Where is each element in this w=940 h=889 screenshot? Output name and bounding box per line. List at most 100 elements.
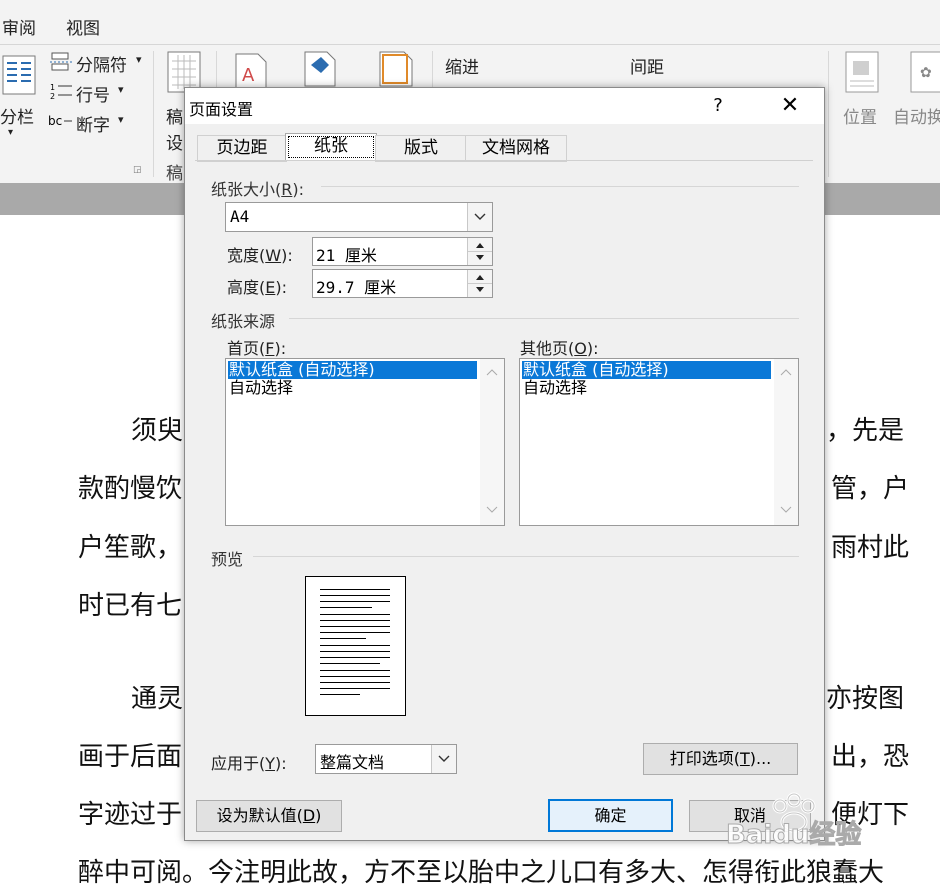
dialog-titlebar[interactable]: 页面设置 ? ✕ bbox=[185, 88, 824, 124]
chevron-down-icon[interactable] bbox=[467, 203, 492, 231]
apply-to-label: 应用于(Y): bbox=[211, 754, 287, 773]
watermark-icon[interactable]: A bbox=[234, 53, 268, 89]
chevron-down-icon: ▾ bbox=[8, 127, 14, 138]
doc-line-left: 通灵 bbox=[131, 684, 184, 714]
tab-panel-border bbox=[195, 160, 813, 161]
wrap-text-button[interactable]: 自动换 bbox=[893, 103, 940, 128]
group-divider bbox=[253, 556, 799, 557]
doc-line-left: 画于后面 bbox=[78, 742, 183, 772]
position-icon[interactable] bbox=[845, 51, 879, 93]
ribbon-separator bbox=[828, 51, 829, 177]
scrollbar[interactable] bbox=[774, 359, 798, 525]
ribbon-separator bbox=[153, 51, 154, 177]
tab-document-grid[interactable]: 文档网格 bbox=[465, 135, 567, 162]
tab-review[interactable]: 审阅 bbox=[2, 14, 36, 39]
chevron-down-icon[interactable] bbox=[431, 745, 456, 773]
svg-text:bc: bc bbox=[48, 114, 62, 128]
baidu-watermark: Baidu经验 bbox=[725, 792, 906, 851]
manuscript-label[interactable]: 稿 bbox=[166, 103, 183, 128]
breaks-button[interactable]: 分隔符 bbox=[76, 51, 127, 76]
preview-line bbox=[320, 601, 390, 602]
group-divider bbox=[289, 318, 799, 319]
set-as-default-button[interactable]: 设为默认值(D) bbox=[196, 800, 342, 832]
hyphenation-button[interactable]: 断字 bbox=[76, 111, 110, 136]
first-page-tray-list[interactable]: 默认纸盒 (自动选择) 自动选择 bbox=[225, 358, 505, 526]
preview-line bbox=[320, 620, 390, 621]
doc-line-right: ，先是 bbox=[826, 416, 905, 446]
tab-margins[interactable]: 页边距 bbox=[197, 135, 287, 162]
columns-button[interactable]: 分栏 bbox=[0, 103, 34, 128]
preview-line bbox=[320, 657, 390, 658]
close-button[interactable]: ✕ bbox=[770, 90, 810, 122]
doc-line-right: 亦按图 bbox=[826, 684, 905, 714]
apply-to-select[interactable]: 整篇文档 bbox=[315, 744, 457, 774]
spinner-arrows-icon[interactable] bbox=[467, 270, 492, 297]
preview-label: 预览 bbox=[211, 550, 244, 569]
position-button[interactable]: 位置 bbox=[843, 103, 877, 128]
apply-to-value: 整篇文档 bbox=[320, 753, 385, 772]
page-color-icon[interactable] bbox=[303, 51, 337, 87]
height-spinner[interactable]: 29.7 厘米 bbox=[312, 269, 493, 298]
paper-size-value: A4 bbox=[230, 207, 250, 226]
paper-size-group-label: 纸张大小(R): bbox=[211, 180, 305, 199]
spinner-arrows-icon[interactable] bbox=[467, 238, 492, 265]
doc-line-right: 管，户 bbox=[831, 474, 910, 504]
chevron-down-icon: ▾ bbox=[118, 113, 124, 126]
hyphenation-icon: bc bbox=[48, 111, 74, 131]
print-options-button[interactable]: 打印选项(T)... bbox=[643, 743, 798, 775]
preview-line bbox=[320, 589, 390, 590]
scrollbar[interactable] bbox=[480, 359, 504, 525]
tab-layout[interactable]: 版式 bbox=[375, 135, 467, 162]
paper-source-group-label: 纸张来源 bbox=[211, 312, 276, 331]
dialog-title: 页面设置 bbox=[189, 100, 254, 119]
preview-line bbox=[320, 595, 390, 596]
watermark-text: Baidu经验 bbox=[725, 820, 862, 851]
list-item[interactable]: 默认纸盒 (自动选择) bbox=[228, 361, 477, 379]
width-spinner[interactable]: 21 厘米 bbox=[312, 237, 493, 266]
dialog-launcher-icon[interactable]: ◲ bbox=[133, 165, 142, 175]
svg-text:A: A bbox=[242, 65, 255, 86]
spacing-label: 间距 bbox=[630, 58, 664, 78]
preview-line bbox=[320, 682, 390, 683]
group-divider bbox=[321, 186, 799, 187]
breaks-icon bbox=[50, 51, 72, 71]
page-setup-dialog: 页面设置 ? ✕ 页边距 纸张 版式 文档网格 纸张大小(R): A4 宽度(W… bbox=[184, 87, 825, 841]
preview-line bbox=[320, 651, 390, 652]
line-numbers-icon: 12 bbox=[50, 81, 72, 101]
chevron-down-icon: ▾ bbox=[136, 53, 142, 66]
doc-line-left: 须臾 bbox=[131, 416, 184, 446]
preview-line bbox=[320, 663, 380, 664]
preview-line bbox=[320, 645, 390, 646]
tab-view[interactable]: 视图 bbox=[66, 14, 100, 39]
width-value: 21 厘米 bbox=[316, 246, 377, 265]
svg-text:2: 2 bbox=[50, 92, 55, 101]
doc-line-right: 出，恐 bbox=[831, 742, 910, 772]
doc-line-left: 字迹过于 bbox=[78, 800, 183, 830]
help-button[interactable]: ? bbox=[705, 92, 731, 120]
page-preview bbox=[305, 576, 406, 716]
list-item[interactable]: 默认纸盒 (自动选择) bbox=[522, 361, 771, 379]
preview-line bbox=[320, 614, 390, 615]
group-label-manuscript: 稿 bbox=[166, 164, 183, 184]
preview-line bbox=[320, 632, 390, 633]
manuscript-label-2[interactable]: 设 bbox=[166, 129, 183, 154]
doc-line-full: 醉中可阅。今注明此故，方不至以胎中之儿口有多大、怎得衔此狼蠢大 bbox=[78, 858, 885, 888]
columns-icon[interactable] bbox=[2, 55, 36, 95]
list-item[interactable]: 自动选择 bbox=[228, 379, 293, 397]
preview-line bbox=[320, 676, 390, 677]
line-numbers-button[interactable]: 行号 bbox=[76, 81, 110, 106]
page-borders-icon[interactable] bbox=[378, 51, 414, 87]
tab-paper[interactable]: 纸张 bbox=[285, 133, 377, 161]
list-item[interactable]: 自动选择 bbox=[522, 379, 587, 397]
doc-line-right: 雨村此 bbox=[831, 533, 910, 563]
preview-line bbox=[320, 688, 390, 689]
doc-line-left: 时已有七 bbox=[78, 591, 183, 621]
other-pages-tray-list[interactable]: 默认纸盒 (自动选择) 自动选择 bbox=[519, 358, 799, 526]
wrap-text-icon[interactable]: ✿ bbox=[910, 51, 940, 93]
preview-line bbox=[320, 607, 372, 608]
doc-line-left: 户笙歌， bbox=[78, 533, 183, 563]
paper-size-select[interactable]: A4 bbox=[225, 202, 493, 232]
height-label: 高度(E): bbox=[227, 278, 287, 297]
ok-button[interactable]: 确定 bbox=[548, 799, 673, 832]
ribbon-tab-bar: 审阅 视图 bbox=[0, 0, 940, 44]
